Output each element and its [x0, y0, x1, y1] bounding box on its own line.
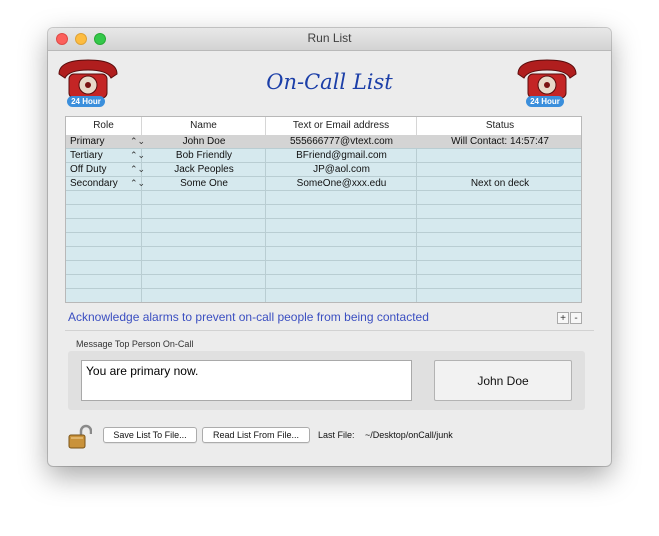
status-cell: Will Contact: 14:57:47 — [451, 136, 549, 147]
empty-row[interactable] — [66, 191, 581, 205]
last-file-label: Last File: — [318, 430, 355, 440]
table-header: Role Name Text or Email address Status — [66, 117, 581, 136]
last-file-path: ~/Desktop/onCall/junk — [365, 430, 453, 440]
send-message-button[interactable]: John Doe — [434, 360, 572, 401]
name-cell[interactable]: Some One — [142, 177, 266, 190]
table-row[interactable]: Tertiary ⌃⌄ Bob Friendly BFriend@gmail.c… — [66, 149, 581, 163]
column-header-status[interactable]: Status — [417, 117, 581, 135]
on-call-table[interactable]: Role Name Text or Email address Status P… — [65, 116, 582, 303]
address-cell[interactable]: JP@aol.com — [266, 163, 417, 176]
read-list-button[interactable]: Read List From File... — [202, 427, 310, 443]
title-bar: Run List — [48, 28, 611, 51]
empty-row[interactable] — [66, 219, 581, 233]
column-header-role[interactable]: Role — [66, 117, 142, 135]
empty-row[interactable] — [66, 275, 581, 289]
message-textarea[interactable]: You are primary now. — [81, 360, 412, 401]
remove-row-button[interactable]: - — [570, 312, 582, 324]
address-cell[interactable]: BFriend@gmail.com — [266, 149, 417, 162]
24-hour-badge: 24 Hour — [526, 96, 564, 107]
empty-row[interactable] — [66, 289, 581, 302]
name-cell[interactable]: John Doe — [142, 135, 266, 148]
telephone-icon: 24 Hour — [514, 54, 580, 110]
add-row-button[interactable]: + — [557, 312, 569, 324]
name-cell[interactable]: Jack Peoples — [142, 163, 266, 176]
name-cell[interactable]: Bob Friendly — [142, 149, 266, 162]
message-group: You are primary now. John Doe — [68, 351, 585, 410]
unlocked-padlock-icon[interactable] — [68, 424, 93, 450]
save-list-button[interactable]: Save List To File... — [103, 427, 197, 443]
table-row[interactable]: Primary ⌃⌄ John Doe 555666777@vtext.com … — [66, 135, 581, 149]
empty-row[interactable] — [66, 205, 581, 219]
run-list-window: Run List 24 Hour On-Call List 24 Hour Ro… — [48, 28, 611, 466]
window-title: Run List — [307, 31, 352, 45]
status-cell — [417, 163, 581, 176]
acknowledge-alarms-text: Acknowledge alarms to prevent on-call pe… — [68, 310, 429, 324]
table-row[interactable]: Secondary ⌃⌄ Some One SomeOne@xxx.edu Ne… — [66, 177, 581, 191]
message-label: Message Top Person On-Call — [76, 339, 194, 349]
address-cell[interactable]: SomeOne@xxx.edu — [266, 177, 417, 190]
status-cell — [417, 149, 581, 162]
column-header-name[interactable]: Name — [142, 117, 266, 135]
table-row[interactable]: Off Duty ⌃⌄ Jack Peoples JP@aol.com — [66, 163, 581, 177]
empty-row[interactable] — [66, 233, 581, 247]
24-hour-badge: 24 Hour — [67, 96, 105, 107]
divider — [65, 330, 594, 331]
empty-row[interactable] — [66, 247, 581, 261]
status-cell: Next on deck — [470, 178, 530, 189]
column-header-address[interactable]: Text or Email address — [266, 117, 417, 135]
empty-row[interactable] — [66, 261, 581, 275]
address-cell[interactable]: 555666777@vtext.com — [266, 135, 417, 148]
